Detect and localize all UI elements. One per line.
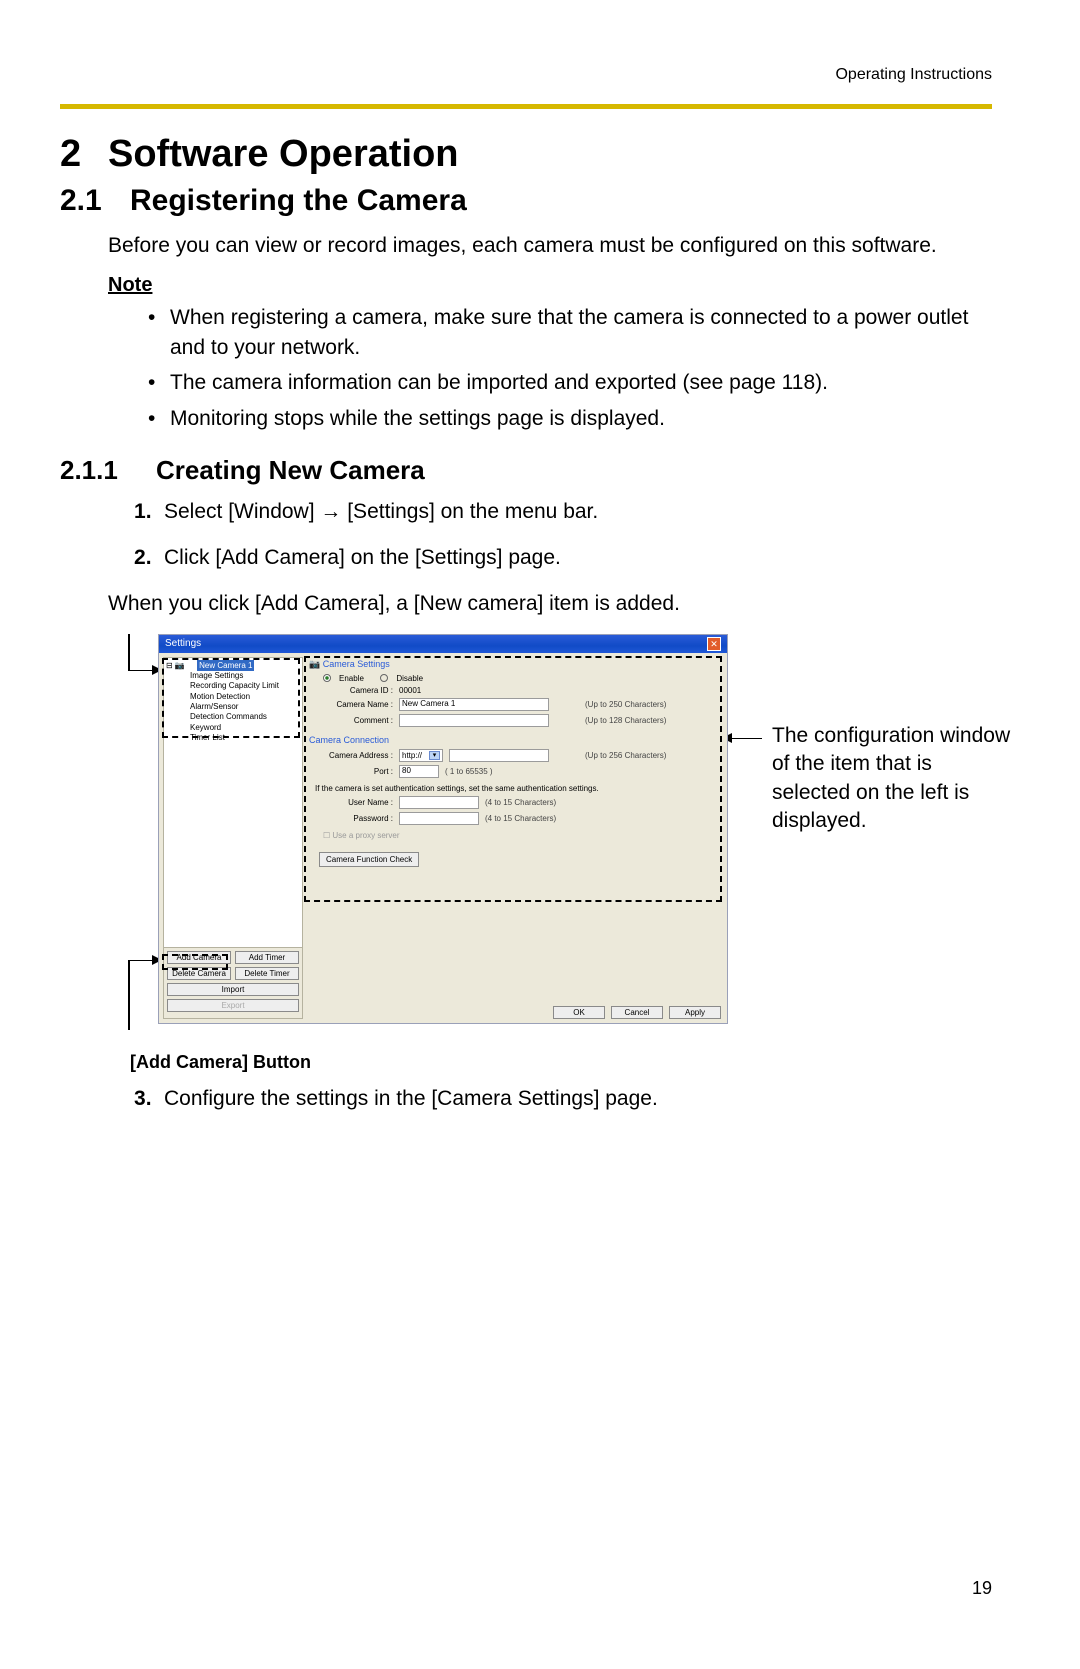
step-item: Select [Window] → [Settings] on the menu…	[134, 500, 992, 524]
subsection-title: Creating New Camera	[156, 455, 425, 485]
cancel-button[interactable]: Cancel	[611, 1006, 663, 1019]
add-camera-caption: [Add Camera] Button	[130, 1052, 992, 1073]
password-hint: (4 to 15 Characters)	[485, 814, 556, 823]
camera-function-check-button[interactable]: Camera Function Check	[319, 852, 419, 867]
subsection-number: 2.1.1	[60, 455, 156, 486]
form-pane: 📷 Camera Settings Enable Disable Camera …	[303, 653, 727, 1023]
enable-radio[interactable]	[323, 674, 331, 682]
tree-item[interactable]: Image Settings	[166, 671, 300, 681]
ok-button[interactable]: OK	[553, 1006, 605, 1019]
tree-item[interactable]: Timer List	[166, 733, 300, 743]
callout-line	[128, 960, 130, 1030]
camera-name-hint: (Up to 250 Characters)	[585, 700, 666, 709]
address-input[interactable]	[449, 749, 549, 762]
port-hint: ( 1 to 65535 )	[445, 767, 493, 776]
add-timer-button[interactable]: Add Timer	[235, 951, 299, 964]
camera-tree[interactable]: ⊟ 📷 New Camera 1 Image Settings Recordin…	[164, 658, 302, 947]
section-heading: 2.1Registering the Camera	[60, 184, 992, 218]
window-titlebar[interactable]: Settings ✕	[159, 635, 727, 653]
address-hint: (Up to 256 Characters)	[585, 751, 666, 760]
username-input[interactable]	[399, 796, 479, 809]
header-rule	[60, 104, 992, 109]
tree-item[interactable]: Motion Detection	[166, 692, 300, 702]
steps-list-continued: Configure the settings in the [Camera Se…	[134, 1087, 992, 1111]
comment-hint: (Up to 128 Characters)	[585, 716, 666, 725]
note-list: When registering a camera, make sure tha…	[170, 303, 992, 433]
username-label: User Name :	[323, 798, 393, 807]
port-input[interactable]: 80	[399, 765, 439, 778]
chapter-number: 2	[60, 133, 108, 176]
camera-name-label: Camera Name :	[323, 700, 393, 709]
step-item: Click [Add Camera] on the [Settings] pag…	[134, 546, 992, 570]
camera-id-value: 00001	[399, 686, 421, 695]
dialog-button-bar: OK Cancel Apply	[553, 1006, 721, 1019]
note-item: The camera information can be imported a…	[170, 368, 992, 397]
settings-figure: The configuration window of the item tha…	[128, 634, 992, 1034]
callout-line	[128, 634, 130, 671]
username-hint: (4 to 15 Characters)	[485, 798, 556, 807]
tree-item[interactable]: Keyword	[166, 723, 300, 733]
add-camera-button[interactable]: Add Camera	[167, 951, 231, 964]
comment-label: Comment :	[323, 716, 393, 725]
tree-item[interactable]: Alarm/Sensor	[166, 702, 300, 712]
window-title: Settings	[165, 638, 201, 649]
disable-radio[interactable]	[380, 674, 388, 682]
proxy-checkbox[interactable]: ☐ Use a proxy server	[323, 831, 721, 840]
steps-list: Select [Window] → [Settings] on the menu…	[134, 500, 992, 570]
import-button[interactable]: Import	[167, 983, 299, 996]
section-intro: Before you can view or record images, ea…	[108, 232, 992, 260]
chapter-heading: 2Software Operation	[60, 133, 992, 176]
form-section-title: Camera Connection	[309, 735, 721, 745]
disable-label: Disable	[396, 674, 423, 683]
protocol-select[interactable]: http://▾	[399, 749, 443, 762]
tree-button-panel: Add Camera Add Timer Delete Camera Delet…	[164, 947, 302, 1018]
page-number: 19	[972, 1578, 992, 1599]
settings-window: Settings ✕ ⊟ 📷 New Camera 1 Image Settin…	[158, 634, 728, 1024]
tree-root[interactable]: New Camera 1	[197, 660, 254, 671]
form-section-title: 📷 Camera Settings	[309, 659, 721, 670]
password-input[interactable]	[399, 812, 479, 825]
note-item: Monitoring stops while the settings page…	[170, 404, 992, 433]
apply-button[interactable]: Apply	[669, 1006, 721, 1019]
password-label: Password :	[323, 814, 393, 823]
address-label: Camera Address :	[323, 751, 393, 760]
tree-item[interactable]: Detection Commands	[166, 712, 300, 722]
chapter-title: Software Operation	[108, 133, 459, 175]
comment-input[interactable]	[399, 714, 549, 727]
enable-label: Enable	[339, 674, 364, 683]
section-number: 2.1	[60, 184, 130, 218]
delete-camera-button[interactable]: Delete Camera	[167, 967, 231, 980]
add-camera-note: When you click [Add Camera], a [New came…	[108, 592, 992, 616]
chevron-down-icon[interactable]: ▾	[429, 751, 440, 760]
section-title: Registering the Camera	[130, 184, 467, 217]
subsection-heading: 2.1.1Creating New Camera	[60, 455, 992, 486]
note-heading: Note	[108, 274, 992, 297]
note-item: When registering a camera, make sure tha…	[170, 303, 992, 362]
close-icon[interactable]: ✕	[707, 637, 721, 651]
camera-id-label: Camera ID :	[323, 686, 393, 695]
delete-timer-button[interactable]: Delete Timer	[235, 967, 299, 980]
port-label: Port :	[323, 767, 393, 776]
page-header: Operating Instructions	[60, 66, 992, 84]
auth-note: If the camera is set authentication sett…	[315, 784, 721, 793]
export-button[interactable]: Export	[167, 999, 299, 1012]
tree-item[interactable]: Recording Capacity Limit	[166, 681, 300, 691]
step-item: Configure the settings in the [Camera Se…	[134, 1087, 992, 1111]
callout-text: The configuration window of the item tha…	[772, 722, 1012, 835]
camera-name-input[interactable]: New Camera 1	[399, 698, 549, 711]
tree-pane: ⊟ 📷 New Camera 1 Image Settings Recordin…	[163, 657, 303, 1019]
